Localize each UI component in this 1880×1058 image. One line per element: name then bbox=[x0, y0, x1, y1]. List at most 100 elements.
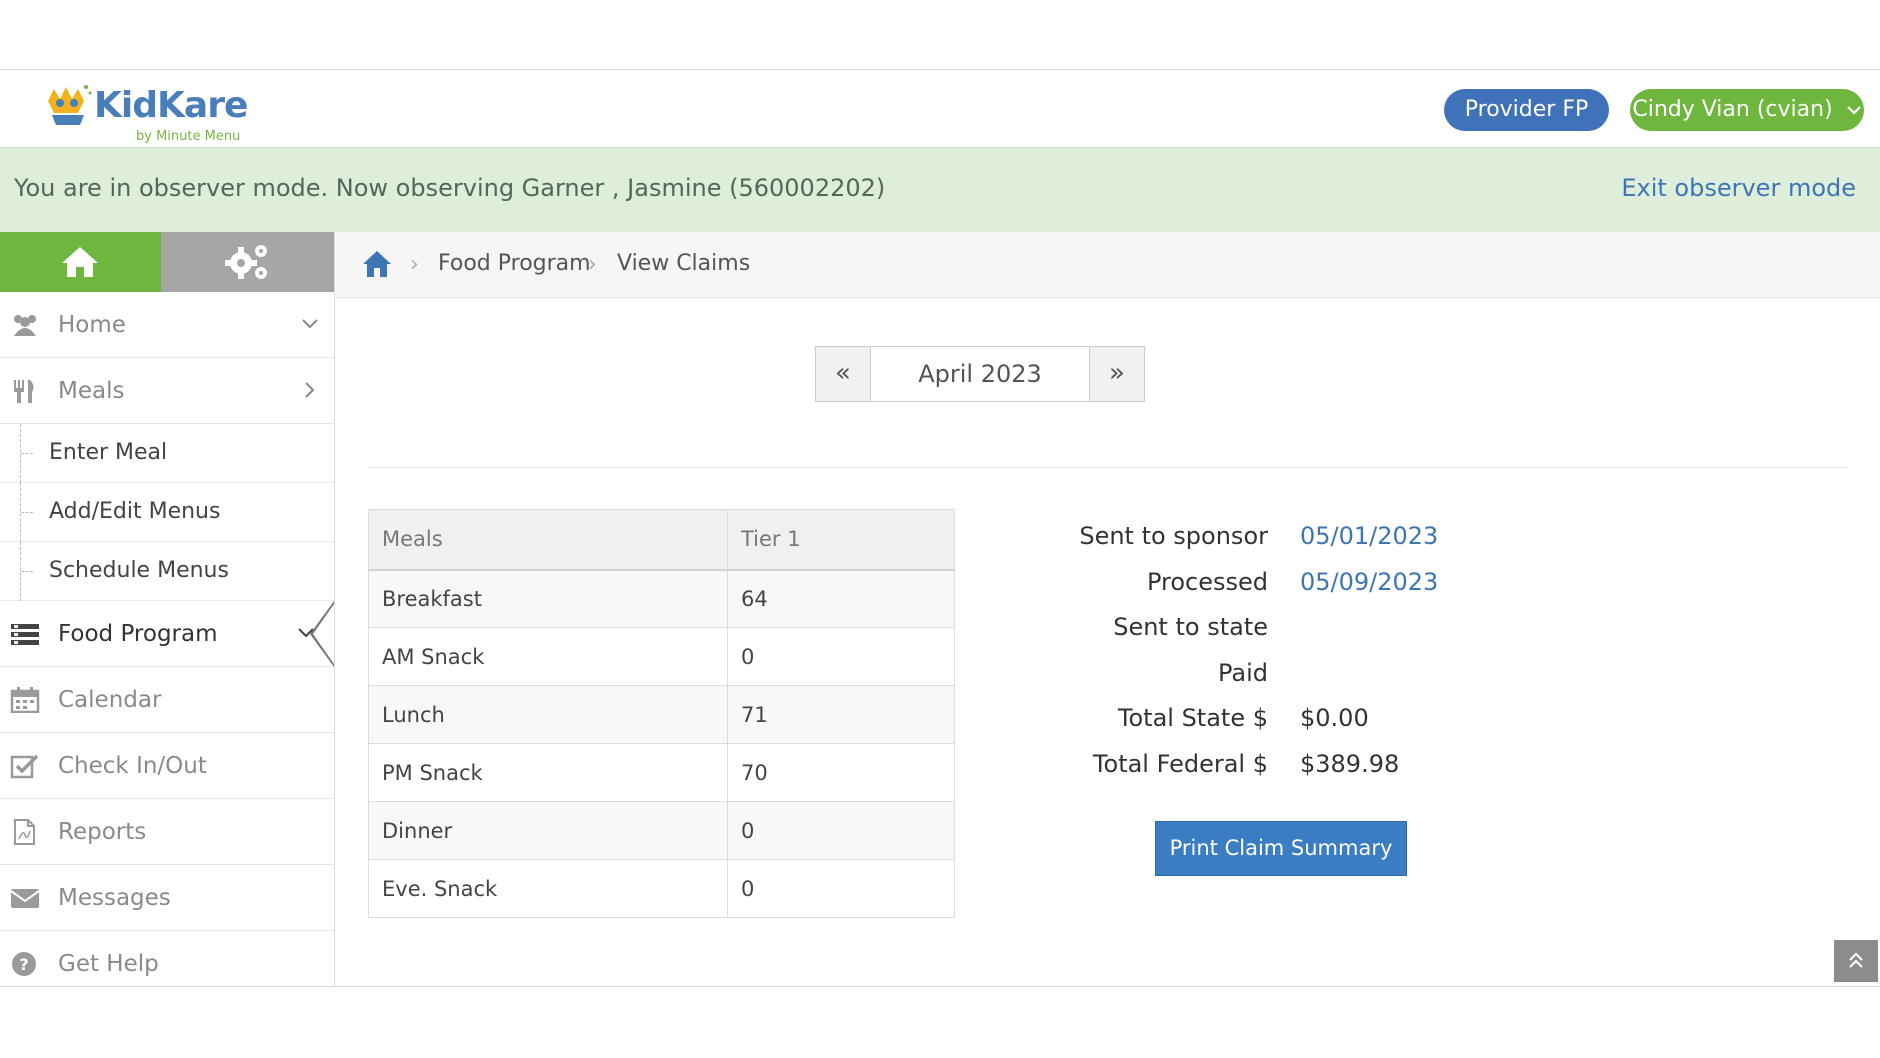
summary-value: 05/01/2023 bbox=[1300, 522, 1439, 550]
question-icon: ? bbox=[12, 952, 36, 976]
tree-connector bbox=[20, 542, 33, 601]
gears-icon bbox=[224, 245, 267, 279]
sidebar-item-meals[interactable]: Meals bbox=[0, 358, 334, 424]
meal-name-cell: AM Snack bbox=[368, 627, 728, 686]
summary-label: Processed bbox=[1146, 567, 1268, 596]
chevron-right-icon bbox=[305, 382, 315, 398]
user-menu-label: Cindy Vian (cvian) bbox=[1632, 97, 1833, 122]
checkbox-icon bbox=[10, 754, 39, 779]
divider bbox=[368, 467, 1848, 468]
sidebar-subitem-label: Add/Edit Menus bbox=[49, 499, 221, 524]
summary-value: $389.98 bbox=[1300, 749, 1400, 778]
meal-name-cell: Eve. Snack bbox=[368, 859, 728, 918]
document-icon bbox=[14, 819, 35, 845]
meal-count-cell: 71 bbox=[727, 685, 955, 744]
sidebar-item-messages[interactable]: Messages bbox=[0, 865, 334, 931]
user-menu-button[interactable]: Cindy Vian (cvian) bbox=[1630, 89, 1864, 131]
tree-connector bbox=[20, 424, 33, 483]
sidebar-subitem-label: Enter Meal bbox=[49, 440, 168, 465]
meal-name-cell: Breakfast bbox=[368, 569, 728, 628]
sidebar-item-label: Meals bbox=[58, 378, 125, 404]
sidebar-item-label: Messages bbox=[58, 885, 171, 911]
active-indicator bbox=[310, 601, 334, 667]
summary-label: Paid bbox=[1217, 658, 1268, 687]
month-navigator: « April 2023 » bbox=[815, 346, 1145, 402]
summary-label: Total State $ bbox=[1117, 704, 1268, 733]
summary-row-total-federal: Total Federal $ $389.98 bbox=[1000, 742, 1500, 788]
list-icon bbox=[11, 624, 39, 645]
table-row: PM Snack 70 bbox=[368, 743, 955, 802]
breadcrumb-food-program[interactable]: Food Program bbox=[438, 251, 591, 276]
meals-table: Meals Tier 1 Breakfast 64 AM Snack 0 Lun… bbox=[368, 509, 955, 918]
sidebar-item-reports[interactable]: Reports bbox=[0, 799, 334, 865]
home-icon bbox=[62, 247, 98, 277]
table-header-row: Meals Tier 1 bbox=[368, 509, 955, 571]
meal-count-cell: 64 bbox=[727, 569, 955, 628]
sidebar-item-check-in-out[interactable]: Check In/Out bbox=[0, 733, 334, 799]
current-month-label: April 2023 bbox=[918, 360, 1042, 388]
sidebar-item-label: Reports bbox=[58, 819, 147, 845]
print-claim-summary-button[interactable]: Print Claim Summary bbox=[1155, 821, 1407, 876]
exit-observer-link[interactable]: Exit observer mode bbox=[1621, 174, 1856, 202]
envelope-icon bbox=[10, 889, 40, 908]
sidebar-item-label: Get Help bbox=[58, 951, 159, 977]
kidkare-logo[interactable]: KidKare by Minute Menu bbox=[44, 79, 264, 144]
kidkare-logo-icon bbox=[48, 85, 92, 125]
breadcrumb-separator: › bbox=[588, 252, 597, 277]
table-row: Eve. Snack 0 bbox=[368, 859, 955, 918]
sidebar-item-get-help[interactable]: ? Get Help bbox=[0, 931, 334, 986]
sidebar-item-calendar[interactable]: Calendar bbox=[0, 667, 334, 733]
table-row: Dinner 0 bbox=[368, 801, 955, 860]
observer-message: You are in observer mode. Now observing … bbox=[14, 174, 886, 202]
table-row: Lunch 71 bbox=[368, 685, 955, 744]
sidebar-subitem-schedule-menus[interactable]: Schedule Menus bbox=[0, 542, 334, 601]
logo-subtitle: by Minute Menu bbox=[136, 129, 241, 144]
summary-row-total-state: Total State $ $0.00 bbox=[1000, 696, 1500, 742]
summary-row-paid: Paid bbox=[1000, 651, 1500, 697]
sidebar-item-food-program[interactable]: Food Program bbox=[0, 601, 334, 667]
sidebar-item-home[interactable]: Home bbox=[0, 292, 334, 358]
summary-value: 05/09/2023 bbox=[1300, 567, 1439, 596]
home-icon[interactable] bbox=[362, 250, 392, 278]
sidebar-subitem-add-edit-menus[interactable]: Add/Edit Menus bbox=[0, 483, 334, 542]
calendar-icon bbox=[10, 687, 40, 713]
breadcrumb-separator: › bbox=[410, 252, 419, 277]
sidebar-item-label: Home bbox=[58, 312, 126, 338]
summary-label: Sent to sponsor bbox=[1079, 522, 1268, 550]
table-row: AM Snack 0 bbox=[368, 627, 955, 686]
sidebar-item-label: Calendar bbox=[58, 687, 162, 713]
table-row: Breakfast 64 bbox=[368, 569, 955, 628]
meal-name-cell: Lunch bbox=[368, 685, 728, 744]
sidebar-item-label: Food Program bbox=[58, 621, 218, 647]
meal-count-cell: 0 bbox=[727, 801, 955, 860]
summary-label: Total Federal $ bbox=[1092, 749, 1268, 778]
double-chevron-up-icon bbox=[1849, 952, 1863, 968]
sidebar-item-label: Check In/Out bbox=[58, 753, 207, 779]
sidebar: Home Meals Enter Meal Add/Edit Menus Sch… bbox=[0, 232, 335, 986]
next-month-button[interactable]: » bbox=[1089, 347, 1144, 401]
summary-value: $0.00 bbox=[1300, 704, 1369, 733]
provider-fp-button[interactable]: Provider FP bbox=[1444, 89, 1609, 131]
meal-count-cell: 0 bbox=[727, 627, 955, 686]
page-bottom-border bbox=[0, 986, 1880, 987]
summary-row-sent-to-state: Sent to state bbox=[1000, 605, 1500, 651]
svg-text:?: ? bbox=[19, 955, 28, 974]
summary-label: Sent to state bbox=[1113, 613, 1268, 642]
logo-wordmark: KidKare bbox=[94, 85, 248, 126]
observer-banner: You are in observer mode. Now observing … bbox=[0, 147, 1880, 232]
top-blank-area bbox=[0, 0, 1880, 70]
app-header: KidKare by Minute Menu Provider FP Cindy… bbox=[0, 71, 1880, 147]
breadcrumb: › Food Program › View Claims bbox=[336, 232, 1880, 298]
summary-row-processed: Processed 05/09/2023 bbox=[1000, 560, 1500, 606]
meal-name-cell: Dinner bbox=[368, 801, 728, 860]
users-icon bbox=[14, 315, 36, 336]
utensils-icon bbox=[14, 380, 34, 403]
meal-count-cell: 70 bbox=[727, 743, 955, 802]
previous-month-button[interactable]: « bbox=[816, 347, 871, 401]
scroll-to-top-button[interactable] bbox=[1834, 940, 1878, 982]
column-header-meals: Meals bbox=[368, 509, 728, 571]
sidebar-tab-settings[interactable] bbox=[160, 232, 334, 292]
sidebar-tab-home[interactable] bbox=[0, 232, 161, 292]
breadcrumb-view-claims: View Claims bbox=[617, 251, 751, 276]
sidebar-subitem-enter-meal[interactable]: Enter Meal bbox=[0, 424, 334, 483]
